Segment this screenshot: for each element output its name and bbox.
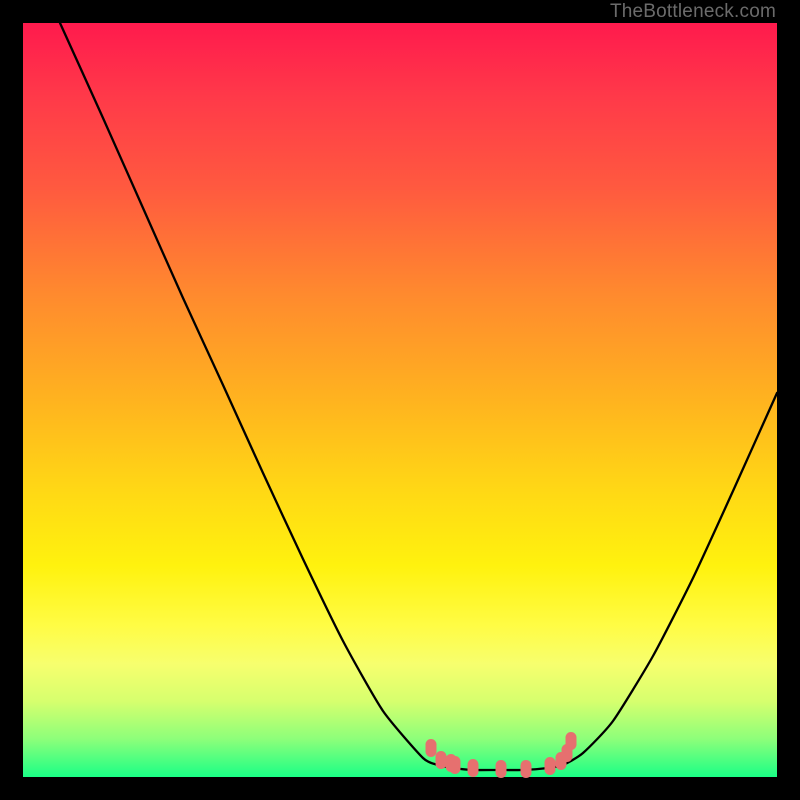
bottleneck-curve — [60, 23, 777, 770]
marker-dot — [450, 756, 461, 774]
curve-svg — [23, 23, 777, 777]
marker-dot — [468, 759, 479, 777]
bottom-marker-cluster — [426, 732, 577, 778]
marker-dot — [496, 760, 507, 778]
marker-dot — [436, 751, 447, 769]
marker-dot — [426, 739, 437, 757]
watermark-label: TheBottleneck.com — [610, 1, 776, 23]
marker-dot — [566, 732, 577, 750]
plot-area — [23, 23, 777, 777]
marker-dot — [545, 757, 556, 775]
chart-frame: TheBottleneck.com — [0, 0, 800, 800]
marker-dot — [521, 760, 532, 778]
